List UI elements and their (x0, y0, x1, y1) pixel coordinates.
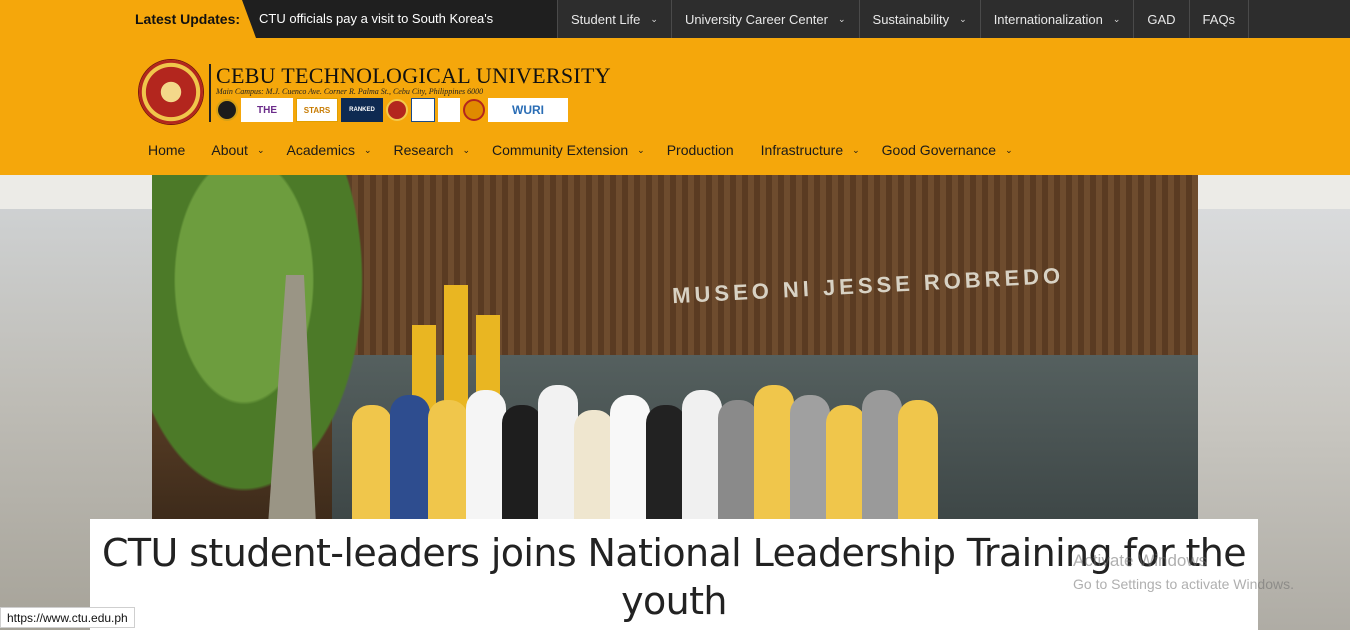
sustainability-badge-icon (463, 99, 485, 121)
topnav-gad[interactable]: GAD (1134, 0, 1190, 38)
latest-updates-label: Latest Updates: (135, 11, 241, 27)
chevron-down-icon: ⌄ (363, 144, 372, 155)
chevron-down-icon: ⌄ (852, 144, 860, 155)
the-badge: THE (241, 98, 293, 122)
site-header: CEBU TECHNOLOGICAL UNIVERSITY Main Campu… (0, 38, 1350, 175)
stars-badge: STARS (296, 98, 338, 122)
person (682, 390, 722, 525)
iso-badge-icon (216, 99, 238, 121)
chevron-down-icon: ⌄ (256, 144, 265, 155)
university-name[interactable]: CEBU TECHNOLOGICAL UNIVERSITY (216, 63, 611, 89)
person (352, 405, 392, 525)
topnav-label: University Career Center (684, 11, 828, 27)
topnav-sustainability[interactable]: Sustainability ⌄ (860, 0, 981, 38)
university-seal-icon[interactable] (139, 60, 203, 124)
nav-infrastructure[interactable]: Infrastructure ⌄ (761, 142, 860, 158)
ticker-headline[interactable]: CTU officials pay a visit to South Korea… (259, 11, 493, 26)
person (646, 405, 686, 525)
ranked-badge: RANKED (341, 98, 383, 122)
top-bar: Latest Updates: CTU officials pay a visi… (0, 0, 1350, 38)
topnav-label: Internationalization (993, 11, 1103, 27)
nav-label: Good Governance (881, 142, 997, 158)
hero-caption-box: CTU student-leaders joins National Leade… (90, 519, 1258, 630)
nav-label: Academics (286, 142, 355, 158)
person (862, 390, 902, 525)
person (898, 400, 938, 525)
activate-windows-title: Activate Windows (1073, 551, 1208, 570)
nav-label: Community Extension (491, 142, 629, 158)
chevron-down-icon: ⌄ (650, 13, 658, 24)
topnav-label: Student Life (571, 11, 641, 27)
person (826, 405, 866, 525)
topnav-label: Sustainability (872, 11, 950, 27)
topnav-label: FAQs (1202, 11, 1236, 27)
chevron-down-icon: ⌄ (837, 13, 846, 24)
wuri-badge: WURI (488, 98, 568, 122)
nav-good-governance[interactable]: Good Governance ⌄ (882, 142, 1013, 158)
chevron-down-icon: ⌄ (637, 144, 645, 155)
topnav-label: GAD (1147, 11, 1176, 27)
person (390, 395, 430, 525)
nav-label: About (211, 142, 248, 158)
chevron-down-icon: ⌄ (462, 144, 470, 155)
ranking-seal-icon (438, 98, 460, 122)
tree-foliage (152, 175, 382, 525)
student-group (352, 350, 952, 525)
chevron-down-icon: ⌄ (959, 13, 967, 24)
chevron-down-icon: ⌄ (1005, 144, 1013, 155)
nav-about[interactable]: About ⌄ (211, 142, 264, 158)
accreditation-badges: THE STARS RANKED WURI (216, 98, 568, 122)
nav-community-extension[interactable]: Community Extension ⌄ (492, 142, 645, 158)
person (538, 385, 578, 525)
topnav-faqs[interactable]: FAQs (1190, 0, 1250, 38)
asean-badge-icon (386, 99, 408, 121)
nav-academics[interactable]: Academics ⌄ (287, 142, 372, 158)
person (574, 410, 614, 525)
main-nav: Home About ⌄ Academics ⌄ Research ⌄ Comm… (148, 142, 1013, 158)
nav-label: Home (148, 142, 186, 158)
logo-divider (209, 64, 211, 122)
nav-label: Infrastructure (760, 142, 844, 158)
person (754, 385, 794, 525)
nav-research[interactable]: Research ⌄ (394, 142, 470, 158)
chevron-down-icon: ⌄ (1112, 13, 1121, 24)
nav-label: Production (666, 142, 734, 158)
campus-address: Main Campus: M.J. Cuenco Ave. Corner R. … (216, 87, 484, 96)
person (466, 390, 506, 525)
topnav-internationalization[interactable]: Internationalization ⌄ (981, 0, 1135, 38)
topnav-student-life[interactable]: Student Life ⌄ (557, 0, 672, 38)
status-bar-url: https://www.ctu.edu.ph (0, 607, 135, 628)
person (790, 395, 830, 525)
nav-home[interactable]: Home (148, 142, 185, 158)
hero-photo[interactable]: MUSEO NI JESSE ROBREDO (152, 175, 1198, 525)
nav-production[interactable]: Production (667, 142, 734, 158)
person (502, 405, 542, 525)
person (428, 400, 468, 525)
person (610, 395, 650, 525)
person (718, 400, 758, 525)
activate-windows-subtitle: Go to Settings to activate Windows. (1073, 576, 1294, 592)
top-nav: Student Life ⌄ University Career Center … (557, 0, 1350, 38)
nav-label: Research (393, 142, 454, 158)
certification-badge-icon (411, 98, 435, 122)
topnav-university-career-center[interactable]: University Career Center ⌄ (672, 0, 860, 38)
